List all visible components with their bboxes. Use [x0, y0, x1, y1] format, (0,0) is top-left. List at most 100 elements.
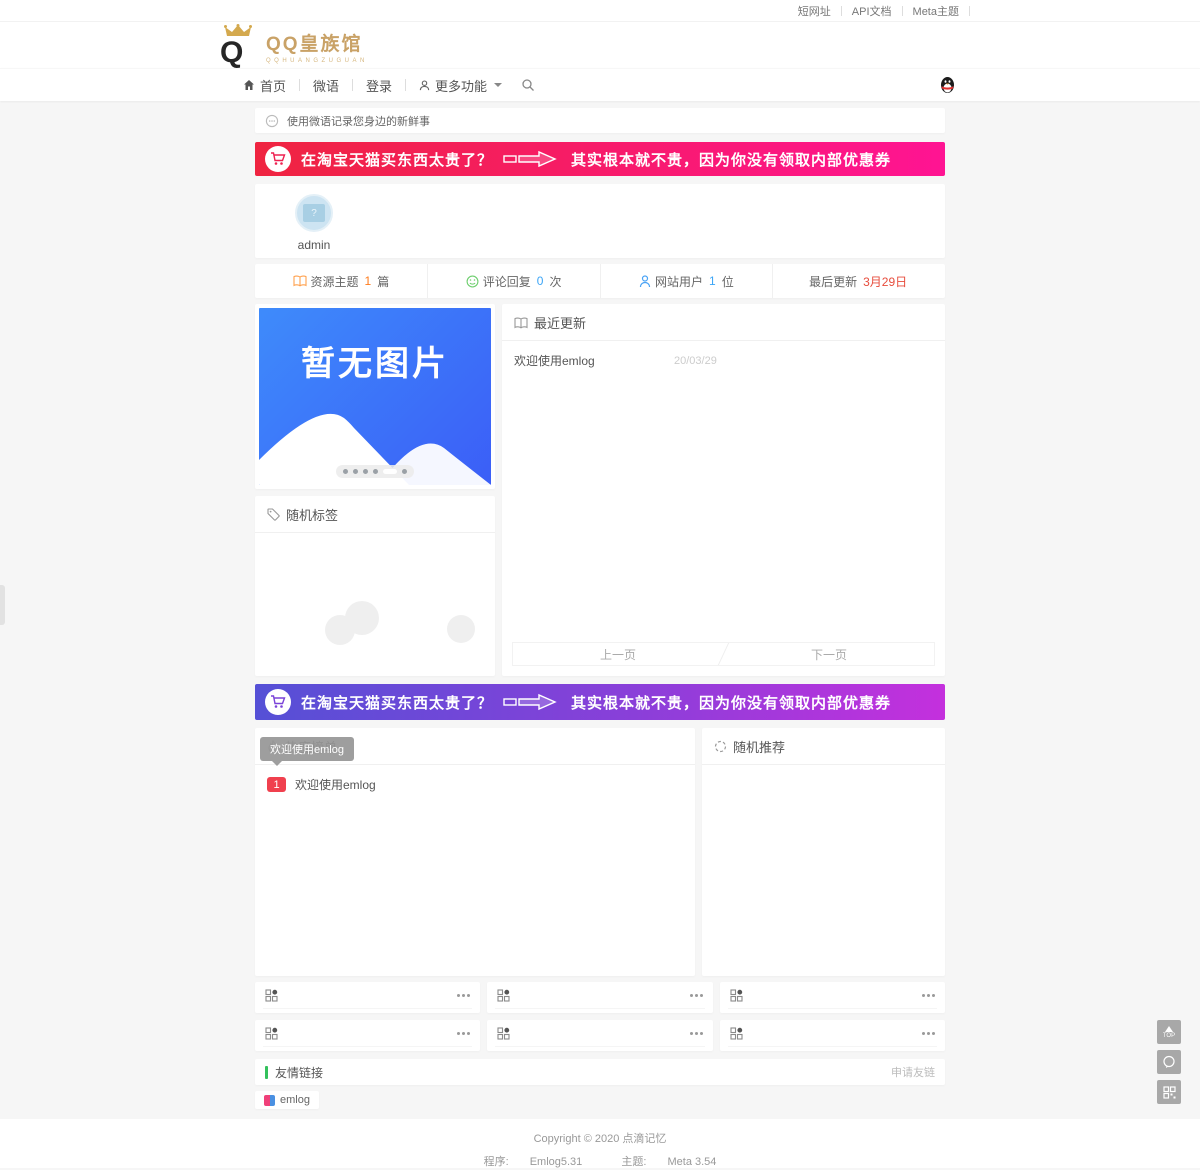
username: admin	[298, 238, 331, 252]
profile-user[interactable]: ? admin	[291, 194, 337, 252]
stat-comments[interactable]: 评论回复0次	[428, 264, 601, 298]
top-bar: 短网址 API文档 Meta主题	[0, 0, 1200, 22]
comment-button[interactable]	[1157, 1050, 1181, 1074]
slider-dot[interactable]	[353, 469, 358, 474]
cart-icon	[270, 694, 286, 710]
tag-blob	[325, 615, 355, 645]
nav-item-home[interactable]: 首页	[230, 76, 299, 95]
nav-item-login[interactable]: 登录	[353, 76, 405, 95]
qq-penguin-avatar[interactable]	[939, 76, 956, 94]
banner-answer: 其实根本就不贵，因为你没有领取内部优惠券	[571, 149, 891, 170]
cart-icon	[270, 151, 286, 167]
image-slider[interactable]: 暂无图片	[255, 304, 495, 489]
left-edge-handle[interactable]	[0, 585, 5, 625]
search-button[interactable]	[521, 78, 535, 92]
arrow-up-icon	[1165, 1026, 1173, 1032]
qrcode-button[interactable]	[1157, 1080, 1181, 1104]
friend-links-list: emlog	[255, 1091, 945, 1109]
cart-circle	[265, 146, 291, 172]
grid-icon	[265, 1027, 278, 1040]
ad-banner-taobao-bottom[interactable]: 在淘宝天猫买东西太贵了？ 其实根本就不贵，因为你没有领取内部优惠券	[255, 684, 945, 720]
user-icon	[419, 80, 430, 91]
footer-meta: 程序: Emlog5.31 主题: Meta 3.54	[0, 1153, 1200, 1169]
grid-icon	[265, 989, 278, 1002]
prev-page-button[interactable]: 上一页	[513, 643, 723, 665]
divider	[969, 6, 970, 16]
friend-links-card: 友情链接 申请友链	[255, 1059, 945, 1085]
chevron-down-icon	[494, 83, 502, 87]
post-link[interactable]: 欢迎使用emlog	[295, 776, 376, 793]
slider-dot-active[interactable]	[383, 469, 397, 474]
site-logo[interactable]: Q QQ皇族馆 QQHUANGZUGUAN	[220, 24, 368, 66]
site-title: QQ皇族馆	[266, 35, 368, 56]
arrow-right-icon	[503, 693, 561, 711]
stats-bar: 资源主题1篇 评论回复0次 网站用户1位 最后更新3月29日	[255, 264, 945, 298]
category-card[interactable]	[487, 982, 712, 1013]
topbar-link-meta-theme[interactable]: Meta主题	[903, 3, 969, 19]
pagination: 上一页 下一页	[512, 642, 935, 666]
slider-dot[interactable]	[363, 469, 368, 474]
nav-bar: 首页 微语 登录 更多功能	[0, 68, 1200, 101]
book-icon	[293, 275, 307, 287]
main-content: 使用微语记录您身边的新鲜事 在淘宝天猫买东西太贵了？ 其实根本就不贵，因为你没有…	[255, 108, 945, 1109]
nav-item-more[interactable]: 更多功能	[406, 76, 515, 95]
slider-dot[interactable]	[373, 469, 378, 474]
recent-post-row[interactable]: 欢迎使用emlog 20/03/29	[502, 341, 945, 380]
avatar[interactable]: ?	[295, 194, 333, 232]
page: 短网址 API文档 Meta主题 Q QQ皇族馆 QQHUANGZUG	[0, 0, 1200, 1170]
topbar-link-short-url[interactable]: 短网址	[788, 3, 841, 19]
grid-icon	[497, 989, 510, 1002]
rank-badge: 1	[267, 777, 286, 792]
slider-slide[interactable]: 暂无图片	[259, 308, 491, 485]
more-options-icon[interactable]	[690, 994, 703, 997]
nav-item-weiyu[interactable]: 微语	[300, 76, 352, 95]
notice-bar[interactable]: 使用微语记录您身边的新鲜事	[255, 108, 945, 133]
more-options-icon[interactable]	[457, 994, 470, 997]
grid-icon	[730, 989, 743, 1002]
grid-icon	[497, 1027, 510, 1040]
more-options-icon[interactable]	[922, 1032, 935, 1035]
random-tags-title: 随机标签	[286, 505, 338, 524]
stat-resource-topics[interactable]: 资源主题1篇	[255, 264, 428, 298]
profile-card: ? admin	[255, 184, 945, 258]
more-options-icon[interactable]	[457, 1032, 470, 1035]
category-card[interactable]	[255, 982, 480, 1013]
slider-dot[interactable]	[402, 469, 407, 474]
category-card[interactable]	[487, 1020, 712, 1051]
cart-circle	[265, 689, 291, 715]
home-icon	[243, 79, 255, 91]
floating-toolbar: TOP	[1157, 1020, 1181, 1104]
grid-icon	[730, 1027, 743, 1040]
hot-list-item[interactable]: 1 欢迎使用emlog	[255, 765, 695, 804]
refresh-icon	[714, 740, 727, 753]
friend-link-emlog[interactable]: emlog	[255, 1091, 319, 1109]
category-cards-grid	[255, 982, 945, 1051]
tag-blob	[447, 615, 475, 643]
category-card[interactable]	[255, 1020, 480, 1051]
theme-version: Meta 3.54	[667, 1156, 716, 1168]
notice-text: 使用微语记录您身边的新鲜事	[287, 113, 430, 129]
arrow-right-icon	[503, 150, 561, 168]
more-options-icon[interactable]	[690, 1032, 703, 1035]
ad-banner-taobao-top[interactable]: 在淘宝天猫买东西太贵了？ 其实根本就不贵，因为你没有领取内部优惠券	[255, 142, 945, 176]
tag-icon	[267, 508, 280, 521]
smiley-icon	[466, 275, 479, 288]
qq-penguin-icon	[939, 76, 956, 94]
friend-links-title: 友情链接	[275, 1064, 323, 1081]
logo-q-mark: Q	[220, 24, 258, 66]
secondary-columns: 欢迎使用emlog 热度榜单 1 欢迎使用emlog 随机推荐	[255, 728, 945, 976]
topbar-link-api-docs[interactable]: API文档	[842, 3, 902, 19]
apply-link-button[interactable]: 申请友链	[891, 1064, 935, 1080]
more-options-icon[interactable]	[922, 994, 935, 997]
category-card[interactable]	[720, 982, 945, 1013]
logo-bar: Q QQ皇族馆 QQHUANGZUGUAN	[0, 22, 1200, 68]
speech-bubble-icon	[1162, 1055, 1176, 1069]
copyright-text: Copyright © 2020 点滴记忆	[0, 1130, 1200, 1146]
slider-dot[interactable]	[343, 469, 348, 474]
stat-users[interactable]: 网站用户1位	[601, 264, 774, 298]
back-to-top-button[interactable]: TOP	[1157, 1020, 1181, 1044]
next-page-button[interactable]: 下一页	[724, 643, 934, 665]
category-card[interactable]	[720, 1020, 945, 1051]
person-icon	[639, 275, 651, 288]
post-link[interactable]: 欢迎使用emlog	[514, 352, 674, 369]
